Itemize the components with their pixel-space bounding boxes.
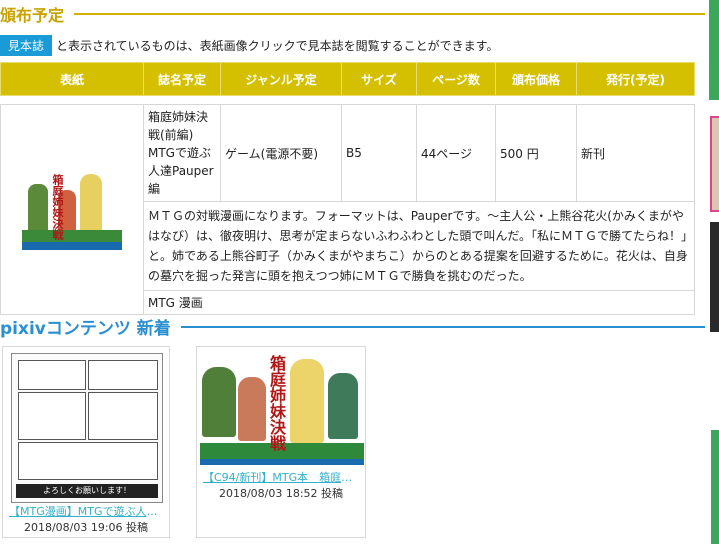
pixiv-date: 2018/08/03 18:52 投稿 [218,487,344,500]
side-banner-dark [710,222,719,332]
section-header-pixiv: pixivコンテンツ 新着 [0,314,705,339]
header-cover: 表紙 [0,62,144,96]
cover-cell[interactable]: 箱庭姉妹決戦 [0,104,144,315]
header-price: 頒布価格 [495,62,577,96]
header-title: 誌名予定 [143,62,221,96]
tags-cell: MTG 漫画 [143,290,695,315]
page: 頒布予定 見本誌 と表示されているものは、表紙画像クリックで見本誌を閲覧すること… [0,0,705,544]
side-banner [711,430,719,544]
table-row: 箱庭姉妹決戦 箱庭姉妹決戦(前編) MTGで遊ぶ人達Pauper編 ゲーム(電源… [0,104,695,315]
cover-title: 箱庭姉妹決戦 [51,173,64,240]
cover-image[interactable]: 箱庭姉妹決戦 [22,170,122,250]
art-title: 箱庭姉妹決戦 [267,355,286,451]
sample-notice: 見本誌 と表示されているものは、表紙画像クリックで見本誌を閲覧することができます… [0,35,498,56]
pixiv-thumbnail[interactable]: 箱庭姉妹決戦 [200,353,364,465]
pixiv-title-link[interactable]: 【MTG漫画】MTGで遊ぶ人達 箱… [9,503,163,519]
size-cell: B5 [341,104,417,202]
pixiv-card[interactable]: 箱庭姉妹決戦 【C94/新刊】MTG本 箱庭姉妹… 2018/08/03 18:… [196,346,366,538]
notice-text: と表示されているものは、表紙画像クリックで見本誌を閲覧することができます。 [56,39,499,53]
side-thumbnail[interactable] [710,116,719,212]
genre-cell: ゲーム(電源不要) [220,104,342,202]
pixiv-card[interactable]: よろしくお願いします！ 【MTG漫画】MTGで遊ぶ人達 箱… 2018/08/0… [2,346,170,538]
pixiv-thumbnail[interactable]: よろしくお願いします！ [11,353,163,503]
table-header-row: 表紙 誌名予定 ジャンル予定 サイズ ページ数 頒布価格 発行(予定) [0,62,695,96]
section-title: pixivコンテンツ 新着 [0,319,171,339]
pixiv-title-link[interactable]: 【C94/新刊】MTG本 箱庭姉妹… [203,469,359,485]
release-cell: 新刊 [576,104,695,202]
sample-badge: 見本誌 [0,35,53,56]
header-release: 発行(予定) [576,62,695,96]
header-size: サイズ [341,62,417,96]
section-divider [74,13,705,15]
price-cell: 500 円 [495,104,577,202]
section-divider [180,325,705,328]
header-genre: ジャンル予定 [220,62,342,96]
distribution-table: 表紙 誌名予定 ジャンル予定 サイズ ページ数 頒布価格 発行(予定) 箱庭姉妹… [0,62,695,315]
section-header-distribution: 頒布予定 [0,2,705,26]
book-title-cell: 箱庭姉妹決戦(前編) MTGで遊ぶ人達Pauper編 [143,104,221,202]
manga-footer: よろしくお願いします！ [16,484,158,498]
section-title: 頒布予定 [0,6,65,25]
pixiv-date: 2018/08/03 19:06 投稿 [23,521,149,534]
pages-cell: 44ページ [416,104,496,202]
header-pages: ページ数 [416,62,496,96]
side-banner [709,0,719,100]
description-cell: ＭＴＧの対戦漫画になります。フォーマットは、Pauperです。～主人公・上熊谷花… [143,201,695,291]
